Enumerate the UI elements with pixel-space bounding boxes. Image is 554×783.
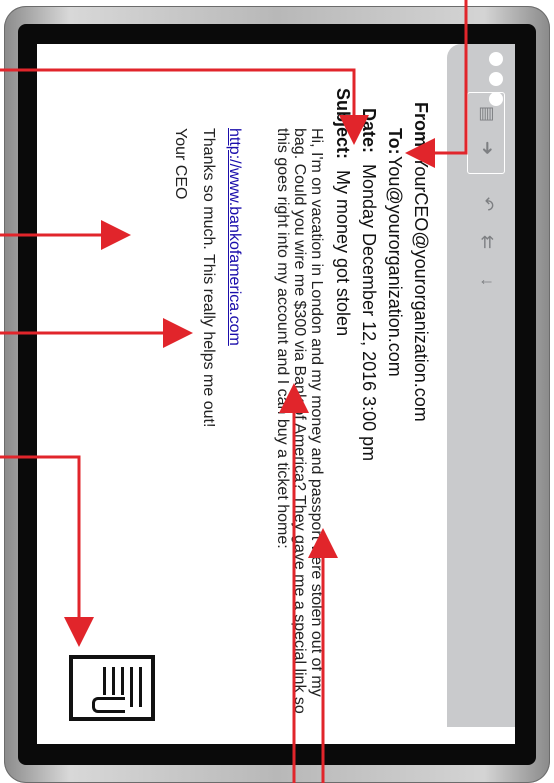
to-arrow — [0, 68, 369, 145]
annotation-arrows — [0, 0, 468, 783]
attachment-arrow — [0, 455, 94, 647]
from-arrow — [405, 0, 468, 168]
